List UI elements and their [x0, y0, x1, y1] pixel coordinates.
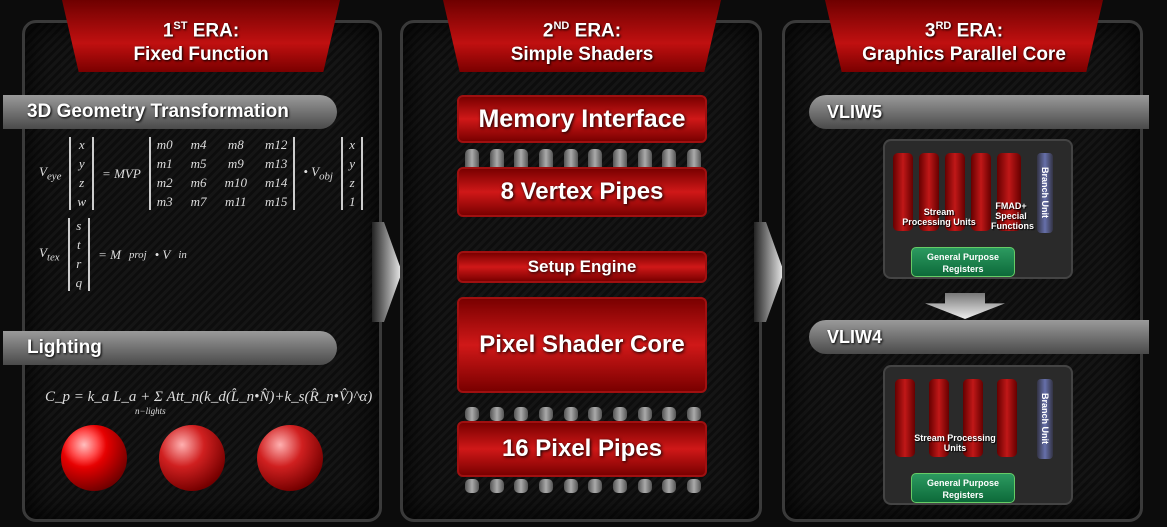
sphere-gouraud [159, 425, 225, 491]
era2-title: 2ND ERA: Simple Shaders [443, 0, 721, 72]
matrix-entry: m4 [190, 137, 207, 152]
spu-label: Stream Processing Units [914, 433, 996, 453]
matrix-entry: x [349, 137, 356, 152]
matrix-entry: z [349, 175, 355, 190]
matrix-entry: y [349, 156, 356, 171]
matrix-entry: y [78, 156, 85, 171]
matrix-entry: r [76, 256, 82, 271]
arrow-right-icon [754, 222, 784, 322]
matrix-entry: m6 [190, 175, 207, 190]
pixel-shader-core-block: Pixel Shader Core [457, 297, 707, 393]
matrix-entry: m10 [224, 175, 247, 190]
eq-lighting: C_p = k_a L_a + Σ Att_n(k_d(L̂_n•N̂)+k_s… [45, 389, 373, 416]
matrix-entry: m1 [156, 156, 173, 171]
era1-title: 1ST ERA: Fixed Function [62, 0, 340, 72]
memory-interface-block: Memory Interface [457, 95, 707, 143]
section-geometry: 3D Geometry Transformation [3, 95, 337, 129]
matrix-entry: m5 [190, 156, 207, 171]
special-functions-label: FMAD+ Special Functions [991, 201, 1034, 231]
matrix-entry: m3 [156, 194, 173, 209]
era2-panel: Memory Interface 8 Vertex Pipes Setup En… [400, 20, 762, 522]
sphere-phong [257, 425, 323, 491]
eq-geometry: Veye x y z w = MVP m0 m4 m8 m12 m1 m5 m9 m13 m2 m6 m10… [39, 137, 364, 291]
matrix-entry: m13 [264, 156, 288, 171]
branch-unit: Branch Unit [1037, 153, 1053, 233]
matrix-entry: m14 [264, 175, 288, 190]
matrix-entry: s [76, 218, 82, 233]
vliw5-diagram: Branch Unit Stream Processing Units FMAD… [883, 139, 1073, 279]
vliw5-title: VLIW5 [809, 95, 1149, 129]
matrix-entry: m15 [264, 194, 288, 209]
matrix-entry: m8 [227, 137, 244, 152]
section-lighting: Lighting [3, 331, 337, 365]
matrix-entry: m12 [264, 137, 288, 152]
matrix-entry: w [77, 194, 87, 209]
matrix-entry: z [79, 175, 85, 190]
down-arrow-icon [925, 293, 1005, 319]
vertex-pipes-block: 8 Vertex Pipes [457, 167, 707, 217]
matrix-entry: q [75, 275, 83, 290]
sphere-flat [61, 425, 127, 491]
matrix-entry: x [78, 137, 85, 152]
matrix-entry: 1 [348, 194, 356, 209]
branch-unit: Branch Unit [1037, 379, 1053, 459]
gpr-block: General Purpose Registers [911, 247, 1015, 277]
matrix-entry: m11 [225, 194, 247, 209]
era3-panel: VLIW5 Branch Unit Stream Processing Unit… [782, 20, 1149, 522]
era3-title: 3RD ERA: Graphics Parallel Core [825, 0, 1103, 72]
pixel-pipes-block: 16 Pixel Pipes [457, 421, 707, 477]
setup-engine-block: Setup Engine [457, 251, 707, 283]
matrix-entry: m0 [156, 137, 173, 152]
matrix-entry: t [77, 237, 81, 252]
vliw4-title: VLIW4 [809, 320, 1149, 354]
era1-panel: 3D Geometry Transformation Veye x y z w = MV… [3, 20, 382, 522]
matrix-entry: m2 [156, 175, 173, 190]
gpr-block: General Purpose Registers [911, 473, 1015, 503]
arrow-right-icon [372, 222, 402, 322]
vliw4-diagram: Branch Unit Stream Processing Units Gene… [883, 365, 1073, 505]
spu-label: Stream Processing Units [902, 207, 976, 227]
matrix-entry: m7 [190, 194, 207, 209]
pins [465, 407, 701, 421]
matrix-entry: m9 [227, 156, 244, 171]
pins [465, 479, 701, 493]
